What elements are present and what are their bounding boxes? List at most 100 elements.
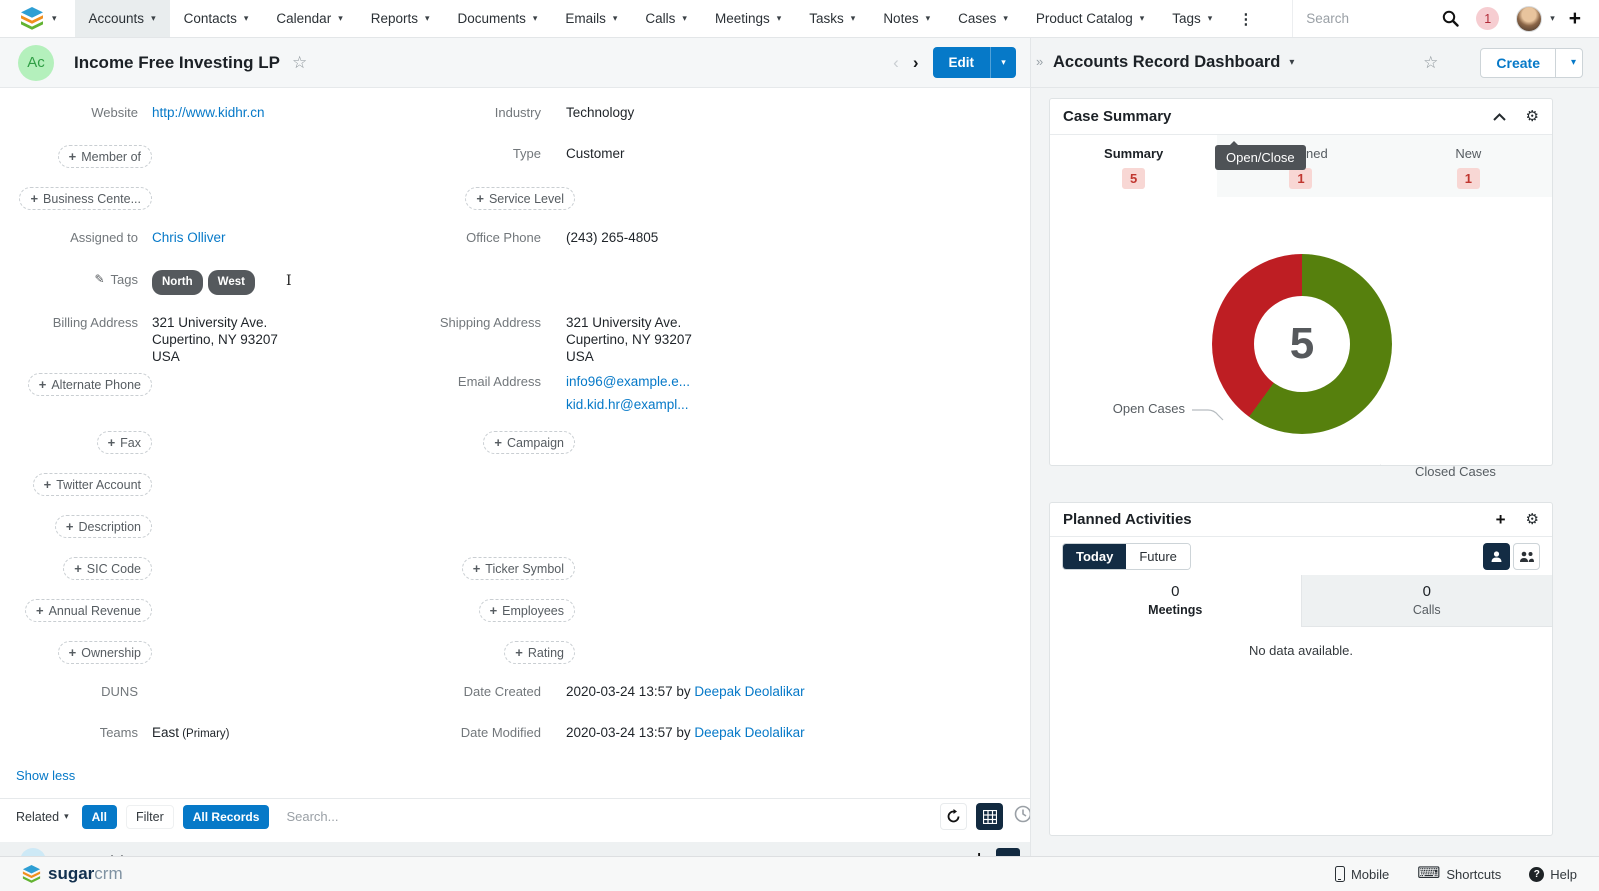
edit-dropdown-caret[interactable]: ▾ — [990, 47, 1016, 78]
toggle-future[interactable]: Future — [1126, 544, 1190, 569]
nav-item-calendar[interactable]: Calendar▾ — [262, 0, 356, 37]
field-label: Website — [0, 104, 138, 120]
grid-icon — [983, 810, 997, 824]
pill-label: SIC Code — [87, 562, 141, 576]
create-button[interactable]: Create — [1481, 49, 1555, 77]
filter-button[interactable]: Filter — [126, 805, 174, 829]
next-record-icon[interactable]: › — [913, 53, 919, 73]
toggle-view-button[interactable] — [976, 803, 1003, 830]
add-business-cente-button[interactable]: +Business Cente... — [19, 187, 152, 210]
add-ownership-button[interactable]: +Ownership — [58, 641, 152, 664]
case-summary-tabs: Summary 5 Assigned 1 New 1 Open/Close — [1050, 135, 1552, 197]
module-all-button[interactable]: All — [82, 805, 117, 829]
related-search-input[interactable]: Search... — [278, 809, 931, 824]
pencil-icon[interactable]: ✎ — [94, 272, 104, 287]
all-users-button[interactable] — [1513, 543, 1540, 570]
nav-item-meetings[interactable]: Meetings▾ — [701, 0, 795, 37]
planned-activities-dashlet: Planned Activities + ⚙ Today Future — [1049, 502, 1553, 836]
field-value-link[interactable]: http://www.kidhr.cn — [152, 105, 265, 120]
pill-label: Annual Revenue — [49, 604, 141, 618]
gear-icon[interactable]: ⚙ — [1526, 512, 1539, 527]
tag-chip-west[interactable]: West — [208, 270, 255, 295]
sugarcrm-logo[interactable]: sugarcrm — [22, 864, 123, 884]
my-items-button[interactable] — [1483, 543, 1510, 570]
user-link[interactable]: Deepak Deolalikar — [694, 725, 804, 740]
history-clock-icon[interactable] — [1014, 805, 1030, 828]
field-value-link[interactable]: Chris Olliver — [152, 230, 226, 245]
nav-item-notes[interactable]: Notes▾ — [869, 0, 944, 37]
add-ticker-symbol-button[interactable]: +Ticker Symbol — [462, 557, 575, 580]
nav-item-accounts[interactable]: Accounts▾ — [75, 0, 170, 37]
chevron-down-icon: ▾ — [1208, 14, 1213, 23]
nav-item-reports[interactable]: Reports▾ — [357, 0, 444, 37]
nav-item-tasks[interactable]: Tasks▾ — [795, 0, 869, 37]
record-dashboard-panel: » Accounts Record Dashboard ▾ ☆ Create ▾… — [1030, 38, 1599, 856]
add-sic-code-button[interactable]: +SIC Code — [63, 557, 152, 580]
add-campaign-button[interactable]: +Campaign — [483, 431, 575, 454]
field-label: Date Modified — [415, 724, 541, 740]
show-less-link[interactable]: Show less — [16, 768, 75, 783]
calls-collapse-button[interactable]: ▾ — [996, 848, 1020, 856]
nav-item-documents[interactable]: Documents▾ — [444, 0, 552, 37]
add-rating-button[interactable]: +Rating — [504, 641, 575, 664]
favorite-star-icon[interactable]: ☆ — [292, 53, 307, 73]
nav-item-label: Emails — [565, 11, 606, 26]
help-link[interactable]: ? Help — [1529, 867, 1577, 882]
app-logo[interactable]: ▾ — [0, 0, 75, 37]
field-row: +Fax +Campaign — [0, 431, 1030, 454]
add-employees-button[interactable]: +Employees — [479, 599, 575, 622]
previous-record-icon[interactable]: ‹ — [893, 53, 899, 73]
calls-panel-header[interactable]: Cl CALLS (1) + ▾ — [0, 842, 1030, 856]
donut-chart[interactable]: 5 — [1212, 254, 1392, 434]
field-cell: Assigned toChris Olliver — [0, 229, 415, 246]
related-dropdown[interactable]: Related▾ — [8, 810, 73, 824]
tab-label: New — [1385, 146, 1552, 161]
add-fax-button[interactable]: +Fax — [97, 431, 152, 454]
email-link[interactable]: info96@example.e... — [566, 373, 690, 390]
add-call-button[interactable]: + — [974, 848, 984, 856]
footer: sugarcrm Mobile ⌨ Shortcuts ? Help — [0, 856, 1599, 891]
user-link[interactable]: Deepak Deolalikar — [694, 684, 804, 699]
nav-item-contacts[interactable]: Contacts▾ — [170, 0, 263, 37]
tab-meetings[interactable]: 0 Meetings — [1050, 575, 1301, 627]
tab-calls[interactable]: 0 Calls — [1301, 575, 1553, 627]
tab-new[interactable]: New 1 — [1385, 135, 1552, 197]
email-link[interactable]: kid.kid.hr@exampl... — [566, 396, 690, 413]
add-description-button[interactable]: +Description — [55, 515, 152, 538]
add-member-of-button[interactable]: +Member of — [58, 145, 152, 168]
toggle-today[interactable]: Today — [1063, 544, 1126, 569]
chevron-down-icon: ▾ — [613, 14, 618, 23]
all-records-filter[interactable]: All Records — [183, 805, 270, 829]
expand-dashboard-icon[interactable]: » — [1036, 54, 1043, 69]
add-alternate-phone-button[interactable]: +Alternate Phone — [28, 373, 152, 396]
chevron-down-icon[interactable]: ▾ — [1550, 14, 1555, 23]
nav-item-cases[interactable]: Cases▾ — [944, 0, 1022, 37]
dashboard-favorite-star-icon[interactable]: ☆ — [1423, 53, 1438, 73]
nav-item-emails[interactable]: Emails ▾ — [551, 0, 631, 37]
shortcuts-link[interactable]: ⌨ Shortcuts — [1417, 866, 1501, 882]
refresh-button[interactable] — [940, 803, 967, 830]
tag-chip-north[interactable]: North — [152, 270, 203, 295]
add-twitter-account-button[interactable]: +Twitter Account — [33, 473, 152, 496]
dashboard-title[interactable]: Accounts Record Dashboard — [1053, 53, 1280, 72]
collapse-chevron-up-icon[interactable] — [1493, 113, 1506, 121]
add-service-level-button[interactable]: +Service Level — [465, 187, 575, 210]
nav-item-tags[interactable]: Tags▾ — [1158, 0, 1226, 37]
add-activity-plus-icon[interactable]: + — [1496, 511, 1506, 528]
quick-create-plus-button[interactable]: + — [1569, 7, 1581, 31]
search-icon[interactable] — [1442, 10, 1459, 27]
notification-badge[interactable]: 1 — [1476, 7, 1499, 30]
create-dropdown-caret[interactable]: ▾ — [1555, 49, 1582, 77]
gear-icon[interactable]: ⚙ — [1526, 109, 1539, 124]
edit-button[interactable]: Edit — [933, 47, 991, 78]
field-value-wrap: 321 University Ave.Cupertino, NY 93207US… — [152, 314, 278, 365]
avatar[interactable] — [1516, 6, 1542, 32]
nav-item-calls[interactable]: Calls▾ — [631, 0, 701, 37]
chevron-down-icon: ▾ — [777, 14, 782, 23]
nav-more-button[interactable]: ⋮ — [1226, 0, 1265, 37]
nav-item-product-catalog[interactable]: Product Catalog▾ — [1022, 0, 1158, 37]
global-search-input[interactable]: Search — [1292, 0, 1442, 37]
add-annual-revenue-button[interactable]: +Annual Revenue — [25, 599, 152, 622]
mobile-link[interactable]: Mobile — [1335, 866, 1389, 882]
tab-summary[interactable]: Summary 5 — [1050, 135, 1217, 197]
